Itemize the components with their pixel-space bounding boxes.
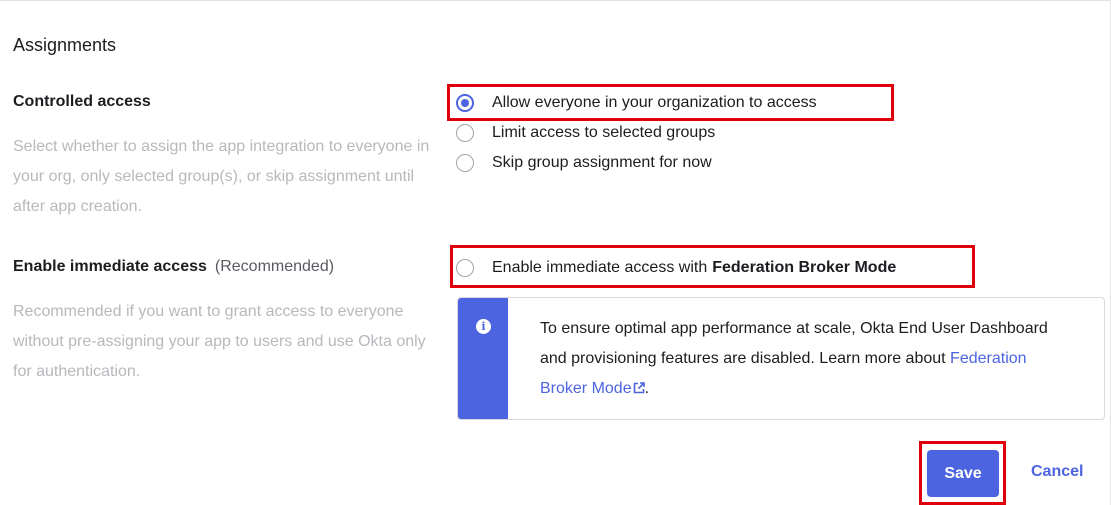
- external-link-icon[interactable]: [633, 382, 645, 394]
- immediate-access-label-text: Enable immediate access: [13, 258, 207, 275]
- highlight-box-save: [919, 441, 1006, 505]
- controlled-access-label: Controlled access: [13, 93, 151, 110]
- callout-accent-bar: i: [458, 298, 508, 419]
- info-icon: i: [476, 319, 491, 334]
- controlled-access-description: Select whether to assign the app integra…: [13, 138, 430, 215]
- callout-message: To ensure optimal app performance at sca…: [508, 298, 1104, 419]
- radio-button[interactable]: [456, 124, 474, 142]
- section-title: Assignments: [13, 35, 117, 55]
- radio-label: Skip group assignment for now: [492, 154, 712, 171]
- highlight-box-allow-everyone: [447, 84, 894, 121]
- recommended-suffix: (Recommended): [214, 258, 335, 275]
- radio-button[interactable]: [456, 154, 474, 172]
- radio-label: Limit access to selected groups: [492, 124, 716, 141]
- callout-text-end: .: [644, 380, 650, 397]
- assignments-panel: Assignments Controlled access Select whe…: [0, 0, 1111, 505]
- radio-skip-assignment[interactable]: Skip group assignment for now: [456, 148, 817, 178]
- immediate-access-label: Enable immediate access (Recommended): [13, 258, 334, 276]
- immediate-access-description: Recommended if you want to grant access …: [13, 303, 426, 380]
- info-callout: i To ensure optimal app performance at s…: [457, 297, 1105, 420]
- highlight-box-immediate-access: [450, 245, 975, 288]
- cancel-button[interactable]: Cancel: [1031, 463, 1083, 481]
- radio-limit-groups[interactable]: Limit access to selected groups: [456, 118, 817, 148]
